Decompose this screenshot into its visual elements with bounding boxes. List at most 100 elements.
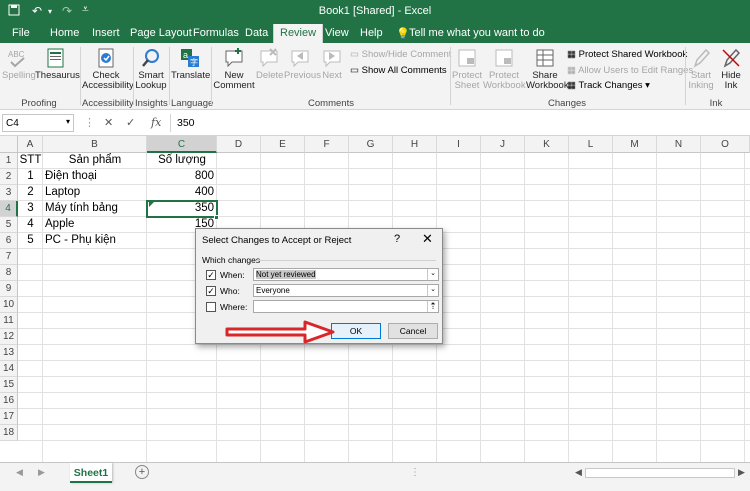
cell-a2[interactable]: 1	[18, 169, 43, 185]
next-comment-button[interactable]: Next	[318, 47, 346, 81]
name-box[interactable]: C4 ▾	[2, 114, 74, 132]
scroll-right-icon[interactable]: ▶	[38, 467, 45, 478]
share-workbook-button[interactable]: Share Workbook	[526, 47, 569, 91]
row-header-9[interactable]: 9	[0, 281, 18, 297]
previous-comment-button[interactable]: Previous	[284, 47, 321, 81]
range-select-icon[interactable]: ⇡	[427, 301, 438, 312]
scroll-left-icon[interactable]: ◀	[575, 467, 582, 478]
track-changes-button[interactable]: ▦ Track Changes ▾	[567, 80, 650, 91]
col-header-j[interactable]: J	[481, 136, 525, 153]
col-header-a[interactable]: A	[18, 136, 43, 153]
chevron-down-icon[interactable]: ▾	[66, 117, 70, 126]
row-header-5[interactable]: 5	[0, 217, 18, 233]
who-select[interactable]: Everyone ⌄	[253, 284, 439, 297]
select-all-corner[interactable]	[0, 136, 18, 153]
start-inking-button[interactable]: Start Inking	[687, 47, 715, 91]
chevron-down-icon[interactable]: ⌄	[427, 269, 438, 280]
tab-view[interactable]: View	[325, 27, 349, 39]
fill-handle[interactable]	[214, 215, 219, 220]
cell-b6[interactable]: PC - Phụ kiện	[45, 233, 147, 249]
cell-a4[interactable]: 3	[18, 201, 43, 217]
col-header-d[interactable]: D	[217, 136, 261, 153]
col-header-n[interactable]: N	[657, 136, 701, 153]
cancel-button[interactable]: Cancel	[388, 323, 438, 339]
horizontal-scrollbar[interactable]	[585, 468, 735, 478]
row-header-8[interactable]: 8	[0, 265, 18, 281]
cell-c2[interactable]: 800	[147, 169, 217, 185]
add-sheet-icon[interactable]: +	[135, 465, 149, 479]
row-header-6[interactable]: 6	[0, 233, 18, 249]
where-checkbox[interactable]	[206, 302, 216, 312]
row-header-7[interactable]: 7	[0, 249, 18, 265]
protect-shared-workbook-button[interactable]: ▦ Protect Shared Workbook	[567, 49, 687, 60]
col-header-c[interactable]: C	[147, 136, 217, 153]
row-header-10[interactable]: 10	[0, 297, 18, 313]
tab-home[interactable]: Home	[50, 27, 79, 39]
row-header-11[interactable]: 11	[0, 313, 18, 329]
col-header-o[interactable]: O	[701, 136, 750, 153]
show-hide-comment-button[interactable]: ▭ Show/Hide Comment	[350, 49, 451, 60]
smart-lookup-button[interactable]: Smart Lookup	[135, 47, 167, 91]
new-comment-button[interactable]: New Comment	[213, 47, 255, 91]
protect-workbook-button[interactable]: Protect Workbook	[483, 47, 526, 91]
tell-me-search[interactable]: Tell me what you want to do	[409, 27, 545, 39]
cell-b4[interactable]: Máy tính bảng	[45, 201, 147, 217]
thesaurus-button[interactable]: Thesaurus	[35, 47, 80, 81]
cell-a5[interactable]: 4	[18, 217, 43, 233]
row-header-18[interactable]: 18	[0, 425, 18, 441]
col-header-f[interactable]: F	[305, 136, 349, 153]
who-checkbox[interactable]: ✓	[206, 286, 216, 296]
col-header-e[interactable]: E	[261, 136, 305, 153]
ok-button[interactable]: OK	[331, 323, 381, 339]
col-header-i[interactable]: I	[437, 136, 481, 153]
cell-c1[interactable]: Số lượng	[147, 153, 217, 169]
cell-a1[interactable]: STT	[18, 153, 43, 169]
row-header-3[interactable]: 3	[0, 185, 18, 201]
translate-button[interactable]: a字 Translate	[171, 47, 210, 81]
where-input[interactable]: ⇡	[253, 300, 439, 313]
show-all-comments-button[interactable]: ▭ Show All Comments	[350, 65, 447, 76]
row-header-2[interactable]: 2	[0, 169, 18, 185]
spelling-button[interactable]: ABC Spelling	[2, 47, 36, 81]
tab-review[interactable]: Review	[273, 24, 324, 43]
row-header-16[interactable]: 16	[0, 393, 18, 409]
col-header-l[interactable]: L	[569, 136, 613, 153]
cell-c3[interactable]: 400	[147, 185, 217, 201]
tab-page-layout[interactable]: Page Layout	[130, 27, 192, 39]
insert-function-icon[interactable]: fx	[151, 116, 161, 129]
formula-input[interactable]: 350	[170, 114, 748, 132]
close-button[interactable]: ✕	[422, 231, 433, 247]
help-button[interactable]: ?	[394, 233, 400, 245]
cell-a6[interactable]: 5	[18, 233, 43, 249]
cell-b2[interactable]: Điện thoại	[45, 169, 147, 185]
chevron-down-icon[interactable]: ⌄	[427, 285, 438, 296]
allow-users-edit-ranges-button[interactable]: ▦ Allow Users to Edit Ranges	[567, 65, 693, 76]
row-header-12[interactable]: 12	[0, 329, 18, 345]
cell-a3[interactable]: 2	[18, 185, 43, 201]
enter-icon[interactable]: ✓	[126, 116, 135, 129]
cell-b1[interactable]: Sản phẩm	[43, 153, 147, 169]
check-accessibility-button[interactable]: Check Accessibility	[82, 47, 134, 91]
tab-data[interactable]: Data	[245, 27, 268, 39]
row-header-14[interactable]: 14	[0, 361, 18, 377]
cell-b5[interactable]: Apple	[45, 217, 147, 233]
when-checkbox[interactable]: ✓	[206, 270, 216, 280]
col-header-b[interactable]: B	[43, 136, 147, 153]
protect-sheet-button[interactable]: Protect Sheet	[452, 47, 482, 91]
col-header-h[interactable]: H	[393, 136, 437, 153]
col-header-g[interactable]: G	[349, 136, 393, 153]
sheet-tab-sheet1[interactable]: Sheet1	[70, 463, 112, 483]
row-header-1[interactable]: 1	[0, 153, 18, 169]
tab-file[interactable]: File	[12, 27, 30, 39]
tab-formulas[interactable]: Formulas	[193, 27, 239, 39]
cell-b3[interactable]: Laptop	[45, 185, 147, 201]
col-header-m[interactable]: M	[613, 136, 657, 153]
tab-insert[interactable]: Insert	[92, 27, 120, 39]
tab-help[interactable]: Help	[360, 27, 383, 39]
col-header-k[interactable]: K	[525, 136, 569, 153]
cancel-icon[interactable]: ✕	[104, 116, 113, 129]
row-header-15[interactable]: 15	[0, 377, 18, 393]
row-header-4[interactable]: 4	[0, 201, 18, 217]
hide-ink-button[interactable]: Hide Ink	[717, 47, 745, 91]
when-select[interactable]: Not yet reviewed ⌄	[253, 268, 439, 281]
